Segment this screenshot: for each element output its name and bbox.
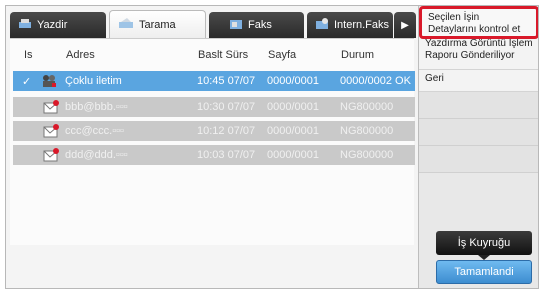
internet-fax-icon bbox=[315, 17, 329, 33]
job-status: NG800000 bbox=[340, 125, 394, 137]
tab-label: Yazdir bbox=[37, 19, 68, 31]
job-start-time: 10:30 07/07 bbox=[197, 101, 256, 113]
job-start-time: 10:45 07/07 bbox=[197, 75, 256, 87]
job-list: Is Adres Baslt Sürs Sayfa Durum ✓ Çoklu … bbox=[10, 38, 415, 245]
job-queue-label: İş Kuyruğu bbox=[457, 237, 511, 249]
completed-label: Tamamlandi bbox=[454, 266, 514, 278]
table-row[interactable]: ✓ Çoklu iletim 10:45 07/07 0000/0001 000… bbox=[13, 71, 415, 91]
menu-item-send-report[interactable]: Yazdırma Görüntü İşlem Raporu Gönderiliy… bbox=[419, 34, 538, 70]
email-error-icon bbox=[43, 148, 59, 165]
menu-empty-slot bbox=[419, 119, 538, 146]
job-status: 0000/0002 OK bbox=[340, 75, 411, 87]
column-header-is: Is bbox=[24, 49, 33, 61]
fax-icon bbox=[229, 18, 243, 33]
job-status: NG800000 bbox=[340, 101, 394, 113]
menu-item-label: Seçilen İşin Detaylarını kontrol et bbox=[428, 12, 521, 35]
job-status: NG800000 bbox=[340, 149, 394, 161]
tab-label: Faks bbox=[248, 19, 272, 31]
tab-label: Tarama bbox=[139, 18, 176, 31]
job-pages: 0000/0001 bbox=[267, 101, 319, 113]
column-header-address: Adres bbox=[66, 49, 95, 61]
job-address: bbb@bbb.▫▫▫ bbox=[65, 101, 128, 113]
job-queue-button[interactable]: İş Kuyruğu bbox=[436, 231, 532, 255]
column-header-page: Sayfa bbox=[268, 49, 297, 61]
tab-internet-fax[interactable]: Intern.Faks bbox=[307, 12, 393, 38]
job-address: ddd@ddd.▫▫▫ bbox=[65, 149, 128, 161]
scanner-icon bbox=[118, 17, 134, 32]
completed-button[interactable]: Tamamlandi bbox=[436, 260, 532, 284]
mode-tabs: Yazdir Tarama Faks Intern.Faks ▶ bbox=[10, 10, 416, 38]
tab-scan[interactable]: Tarama bbox=[109, 10, 206, 38]
menu-item-label: Geri bbox=[425, 73, 444, 84]
checkmark-icon: ✓ bbox=[22, 76, 32, 88]
job-address: Çoklu iletim bbox=[65, 75, 122, 87]
job-address: ccc@ccc.▫▫▫ bbox=[65, 125, 124, 137]
menu-item-check-details[interactable]: Seçilen İşin Detaylarını kontrol et bbox=[419, 6, 538, 39]
job-status-screen: Yazdir Tarama Faks Intern.Faks ▶ Is Adre… bbox=[5, 5, 539, 289]
email-error-icon bbox=[43, 124, 59, 141]
menu-empty-slot bbox=[419, 146, 538, 173]
job-pages: 0000/0001 bbox=[267, 75, 319, 87]
tab-print[interactable]: Yazdir bbox=[10, 12, 106, 38]
job-start-time: 10:03 07/07 bbox=[197, 149, 256, 161]
group-send-icon bbox=[41, 74, 57, 91]
tab-label: Intern.Faks bbox=[334, 19, 390, 31]
job-pages: 0000/0001 bbox=[267, 125, 319, 137]
table-row[interactable]: ddd@ddd.▫▫▫ 10:03 07/07 0000/0001 NG8000… bbox=[13, 145, 415, 165]
table-row[interactable]: bbb@bbb.▫▫▫ 10:30 07/07 0000/0001 NG8000… bbox=[13, 97, 415, 117]
menu-empty-slot bbox=[419, 92, 538, 119]
column-header-status: Durum bbox=[341, 49, 375, 61]
play-arrow-icon: ▶ bbox=[401, 19, 409, 31]
job-pages: 0000/0001 bbox=[267, 149, 319, 161]
table-row[interactable]: ccc@ccc.▫▫▫ 10:12 07/07 0000/0001 NG8000… bbox=[13, 121, 415, 141]
email-error-icon bbox=[43, 100, 59, 117]
job-start-time: 10:12 07/07 bbox=[197, 125, 256, 137]
menu-item-label: Yazdırma Görüntü İşlem Raporu Gönderiliy… bbox=[425, 38, 533, 61]
tab-fax[interactable]: Faks bbox=[209, 12, 304, 38]
menu-item-back[interactable]: Geri bbox=[419, 70, 538, 92]
column-header-start: Baslt Sürs bbox=[198, 49, 249, 61]
printer-icon bbox=[18, 18, 32, 33]
tab-scroll-right-button[interactable]: ▶ bbox=[394, 12, 416, 38]
